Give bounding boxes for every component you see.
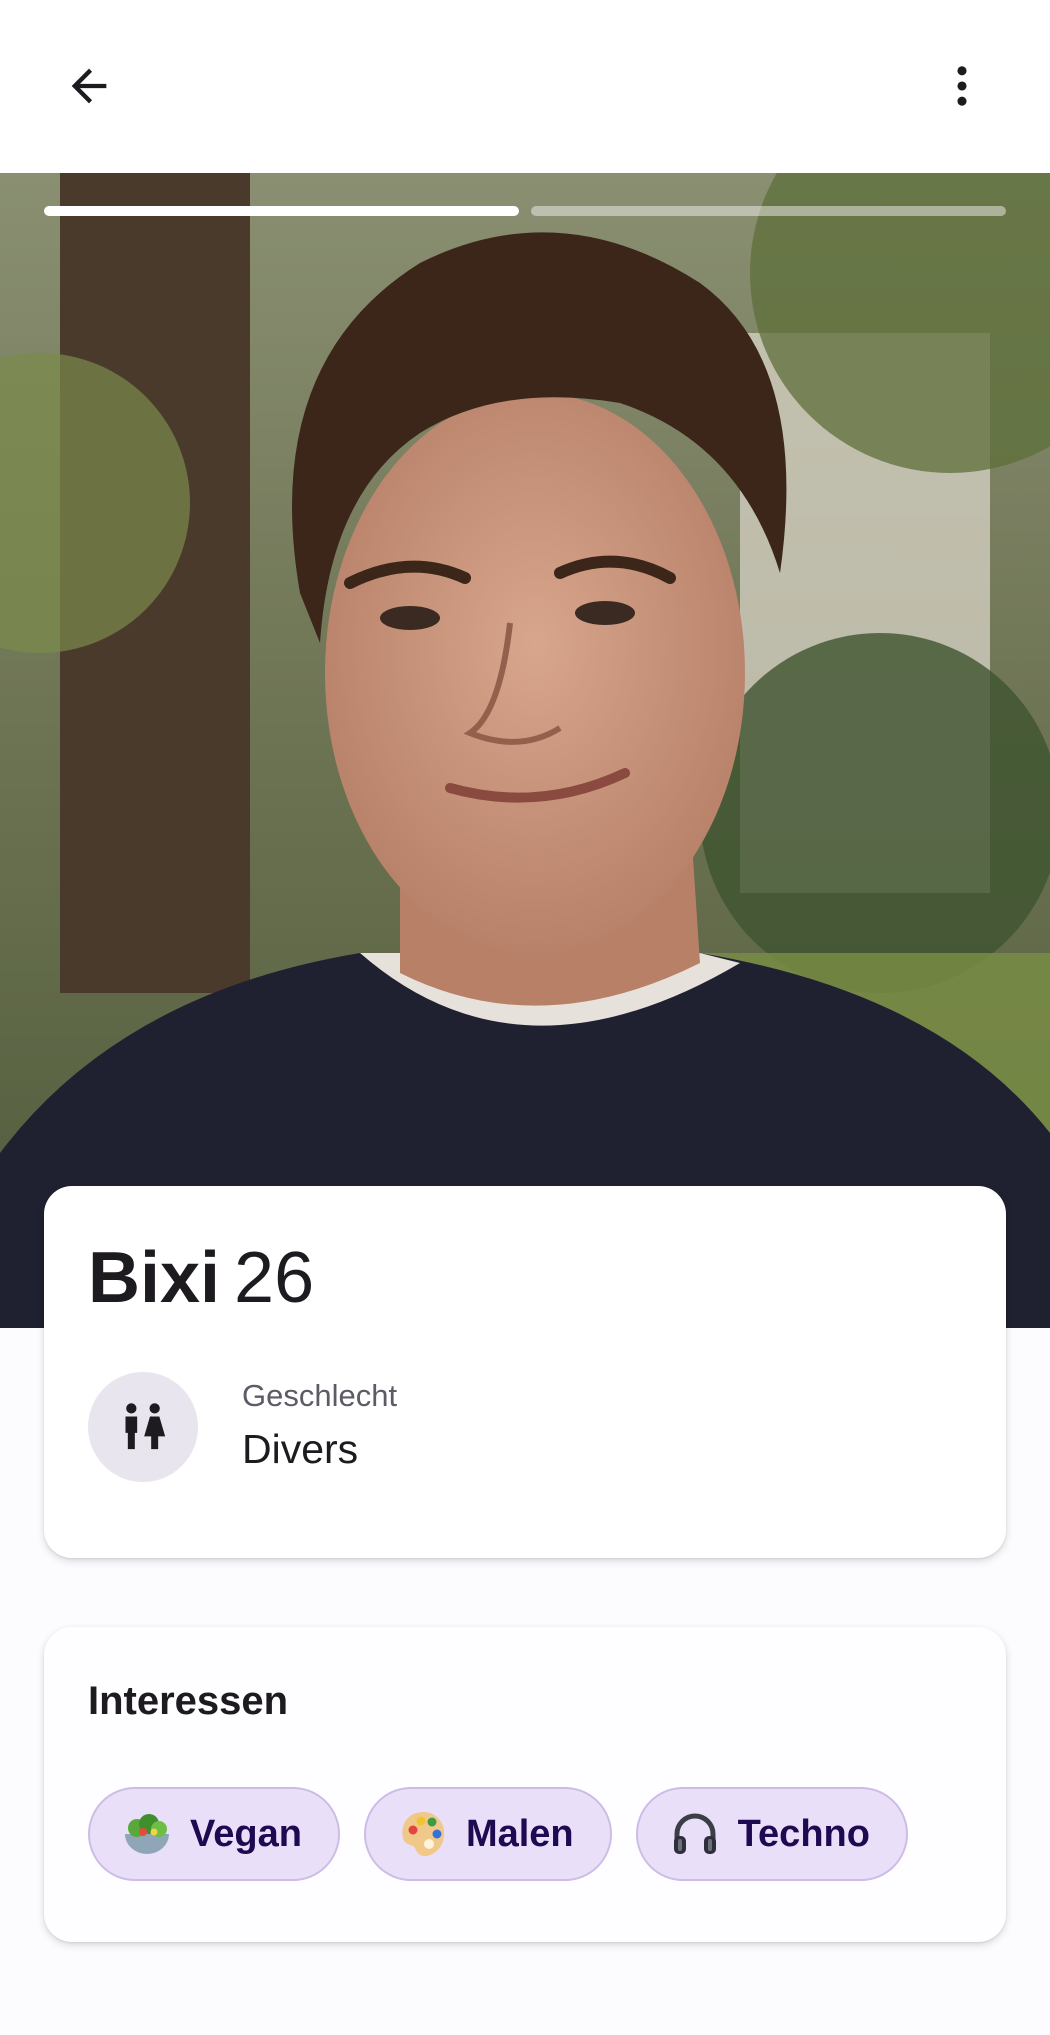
interest-chip-malen[interactable]: Malen bbox=[363, 1787, 612, 1881]
interest-chip-label: Techno bbox=[737, 1812, 870, 1855]
interest-chip-techno[interactable]: Techno bbox=[635, 1787, 908, 1881]
photo-progress-indicator bbox=[44, 206, 1006, 216]
profile-age: 26 bbox=[234, 1238, 315, 1318]
back-button[interactable] bbox=[41, 38, 137, 134]
interests-card: Interessen Vegan Malen Techno bbox=[44, 1627, 1006, 1942]
photo-progress-segment bbox=[531, 206, 1006, 216]
more-vertical-icon bbox=[957, 66, 967, 106]
profile-info-card: Bixi 26 Geschlecht Divers bbox=[44, 1186, 1006, 1558]
headphones-icon bbox=[668, 1807, 722, 1861]
gender-label: Geschlecht bbox=[242, 1378, 398, 1413]
interest-chip-label: Malen bbox=[465, 1812, 574, 1855]
more-options-button[interactable] bbox=[914, 38, 1010, 134]
profile-photo[interactable] bbox=[0, 173, 1050, 1328]
top-app-bar bbox=[0, 0, 1050, 173]
profile-name: Bixi bbox=[88, 1238, 221, 1318]
interest-chip-label: Vegan bbox=[190, 1812, 302, 1855]
salad-icon bbox=[120, 1807, 174, 1861]
name-age-line: Bixi 26 bbox=[88, 1242, 314, 1314]
profile-photo-image bbox=[0, 173, 1050, 1328]
gender-value: Divers bbox=[242, 1426, 359, 1472]
gender-people-icon bbox=[125, 1403, 166, 1450]
palette-icon bbox=[396, 1807, 450, 1861]
gender-icon-circle bbox=[88, 1372, 198, 1482]
photo-progress-segment-active bbox=[44, 206, 519, 216]
interest-chip-vegan[interactable]: Vegan bbox=[88, 1787, 340, 1881]
interest-chip-list: Vegan Malen Techno bbox=[88, 1787, 908, 1881]
arrow-left-icon bbox=[71, 68, 107, 104]
interests-title: Interessen bbox=[88, 1679, 289, 1723]
